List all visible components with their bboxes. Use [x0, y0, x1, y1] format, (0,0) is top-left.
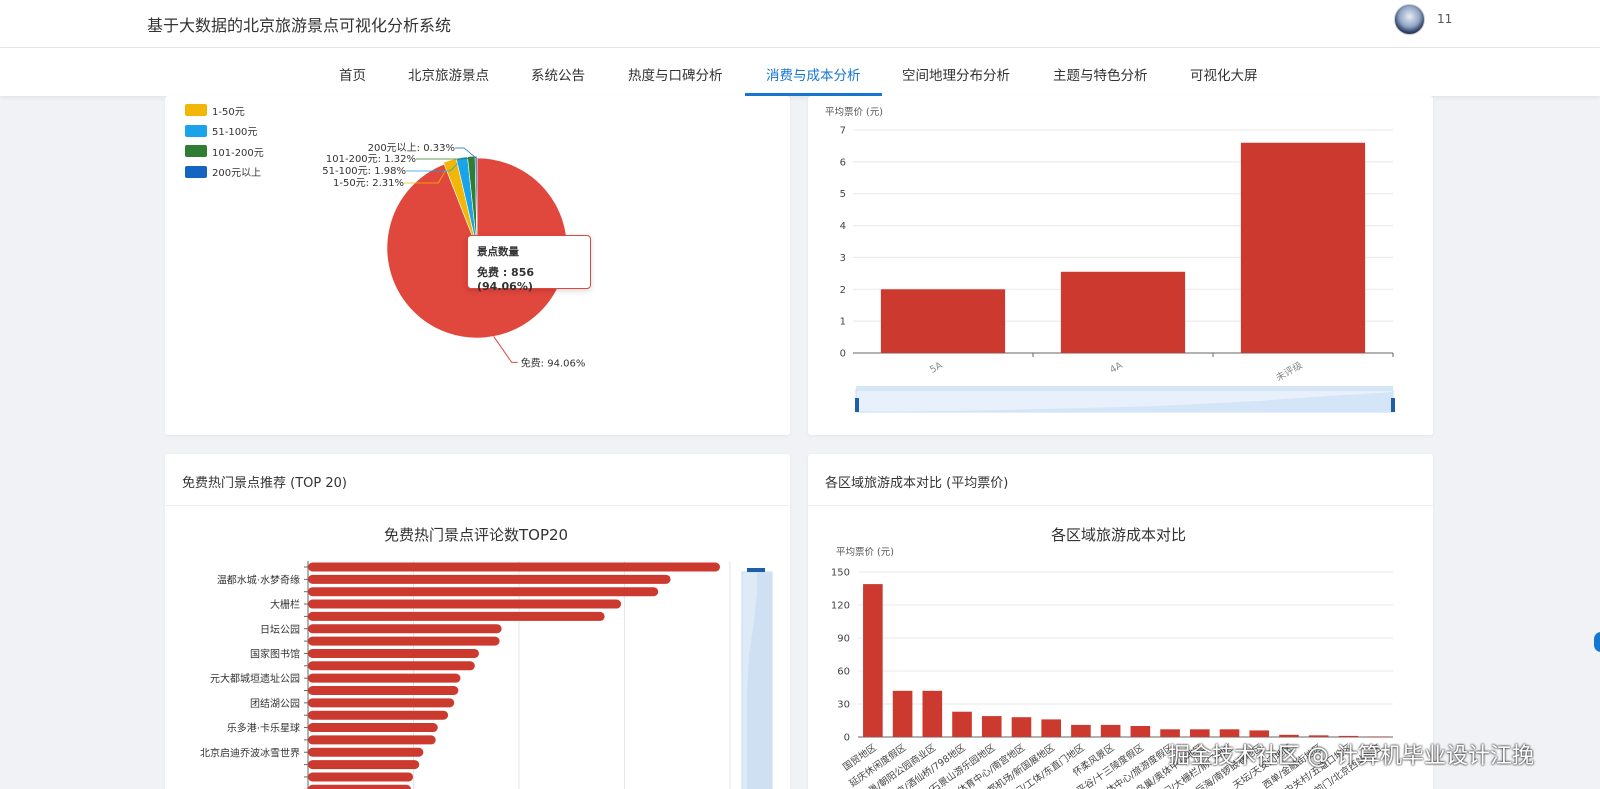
- y-axis-label: 平均票价 (元): [825, 106, 883, 118]
- y-tick-label: 日坛公园: [260, 624, 300, 636]
- y-tick-label: 90: [837, 634, 850, 645]
- y-tick-label: 6: [840, 157, 846, 168]
- y-tick-label: 4: [840, 221, 846, 232]
- x-tick-label: 4A: [1108, 360, 1125, 376]
- y-tick-label: 国家图书馆: [250, 647, 300, 660]
- bar: [308, 784, 411, 789]
- bar: [308, 686, 459, 695]
- top-bar: 基于大数据的北京旅游景点可视化分析系统 11: [0, 0, 1600, 48]
- bar: [1011, 717, 1032, 737]
- y-tick-label: 大栅栏: [270, 598, 300, 611]
- bar: [308, 772, 414, 782]
- y-tick-label: 0: [840, 349, 846, 360]
- bar: [1100, 724, 1121, 737]
- y-tick-label: 7: [840, 126, 846, 137]
- nav-attractions[interactable]: 北京旅游景点: [408, 64, 489, 84]
- pie-label: 101-200元: 1.32%: [326, 154, 416, 165]
- nav-dashboard[interactable]: 可视化大屏: [1190, 64, 1258, 84]
- bar: [308, 673, 461, 683]
- bar: [308, 636, 500, 646]
- y-tick-label: 30: [837, 700, 850, 711]
- y-tick-label: 120: [831, 601, 850, 612]
- pie-label: 1-50元: 2.31%: [333, 178, 404, 189]
- bar: [308, 735, 436, 745]
- bar: [1189, 729, 1210, 737]
- nav-theme[interactable]: 主题与特色分析: [1053, 64, 1148, 84]
- y-tick-label: 0: [844, 733, 850, 744]
- y-tick-label: 3: [840, 253, 846, 264]
- bar: [1160, 729, 1180, 737]
- username[interactable]: 11: [1437, 12, 1452, 26]
- bar: [308, 723, 438, 733]
- bar: [308, 574, 671, 584]
- bar: [1060, 271, 1186, 353]
- app-title: 基于大数据的北京旅游景点可视化分析系统: [147, 16, 452, 35]
- bar: [308, 661, 475, 671]
- user-avatar[interactable]: [1394, 4, 1425, 35]
- bar: [1219, 729, 1240, 737]
- x-tick-label: 5A: [928, 360, 945, 376]
- zoom-handle-right: [1391, 398, 1395, 412]
- bar: [308, 599, 622, 609]
- bar: [892, 690, 913, 737]
- nav-announcements[interactable]: 系统公告: [531, 64, 585, 84]
- watermark: 掘金技术社区 @ 计算机毕业设计江挽: [1168, 744, 1534, 769]
- floating-side-button[interactable]: [1594, 632, 1600, 652]
- bar: [1279, 734, 1299, 737]
- tooltip-value: 免费 : 856 (94.06%): [477, 266, 535, 293]
- pie-tooltip: 景点数量 免费 : 856 (94.06%): [467, 235, 591, 293]
- bar: [863, 584, 883, 737]
- tooltip-title: 景点数量: [477, 246, 519, 258]
- y-tick-label: 乐多港·卡乐星球: [227, 722, 300, 735]
- bar: [308, 611, 605, 621]
- y-tick-label: 北京启迪乔波冰雪世界: [200, 746, 300, 759]
- level-price-bar-chart: 平均票价 (元) 0 1 2 3 4 5 6 7 5A 4A 未评级: [825, 106, 1395, 413]
- pie-label: 200元以上: 0.33%: [368, 142, 455, 154]
- bar: [880, 289, 1006, 353]
- bar: [308, 562, 720, 572]
- bar: [308, 710, 449, 720]
- zoom-slider-bar: [856, 386, 1393, 390]
- y-tick-label: 60: [837, 667, 850, 678]
- bar: [1071, 724, 1091, 737]
- y-tick-label: 5: [840, 189, 846, 200]
- nav-home[interactable]: 首页: [339, 64, 366, 84]
- top20-bar-chart: 温都水城·水梦奇缘大栅栏日坛公园国家图书馆元大都城垣遗址公园团结湖公园乐多港·卡…: [200, 561, 773, 789]
- pie-label: 51-100元: 1.98%: [322, 166, 406, 177]
- bar: [308, 698, 455, 708]
- y-tick-label: 1: [840, 317, 846, 328]
- bar: [1240, 142, 1366, 353]
- bar: [922, 690, 943, 737]
- bar: [1041, 719, 1062, 737]
- bar: [308, 648, 479, 658]
- zoom-handle-left: [855, 398, 859, 412]
- nav-cost[interactable]: 消费与成本分析: [766, 64, 861, 84]
- bar: [1368, 736, 1388, 737]
- y-tick-label: 温都水城·水梦奇缘: [217, 573, 300, 586]
- bar: [308, 624, 502, 634]
- zoom-handle-top: [747, 568, 765, 572]
- bar: [308, 587, 659, 597]
- bar: [952, 711, 972, 737]
- bar: [1338, 735, 1359, 737]
- y-tick-label: 150: [831, 568, 850, 579]
- nav-popularity[interactable]: 热度与口碑分析: [628, 64, 723, 84]
- bar: [308, 747, 424, 757]
- pie-label: 免费: 94.06%: [521, 356, 586, 369]
- y-tick-label: 团结湖公园: [250, 697, 300, 710]
- bar: [1249, 730, 1270, 737]
- y-axis-label: 平均票价 (元): [836, 546, 894, 558]
- y-tick-label: 元大都城垣遗址公园: [210, 672, 300, 685]
- main-nav: 首页 北京旅游景点 系统公告 热度与口碑分析 消费与成本分析 空间地理分布分析 …: [0, 48, 1600, 96]
- bar: [981, 716, 1002, 737]
- y-tick-label: 2: [840, 285, 846, 296]
- bar: [1308, 735, 1329, 737]
- pie-leader-line: [493, 336, 518, 363]
- nav-geo[interactable]: 空间地理分布分析: [902, 64, 1010, 84]
- x-tick-label: 未评级: [1274, 359, 1305, 384]
- bar: [308, 760, 420, 770]
- bar: [1130, 726, 1151, 737]
